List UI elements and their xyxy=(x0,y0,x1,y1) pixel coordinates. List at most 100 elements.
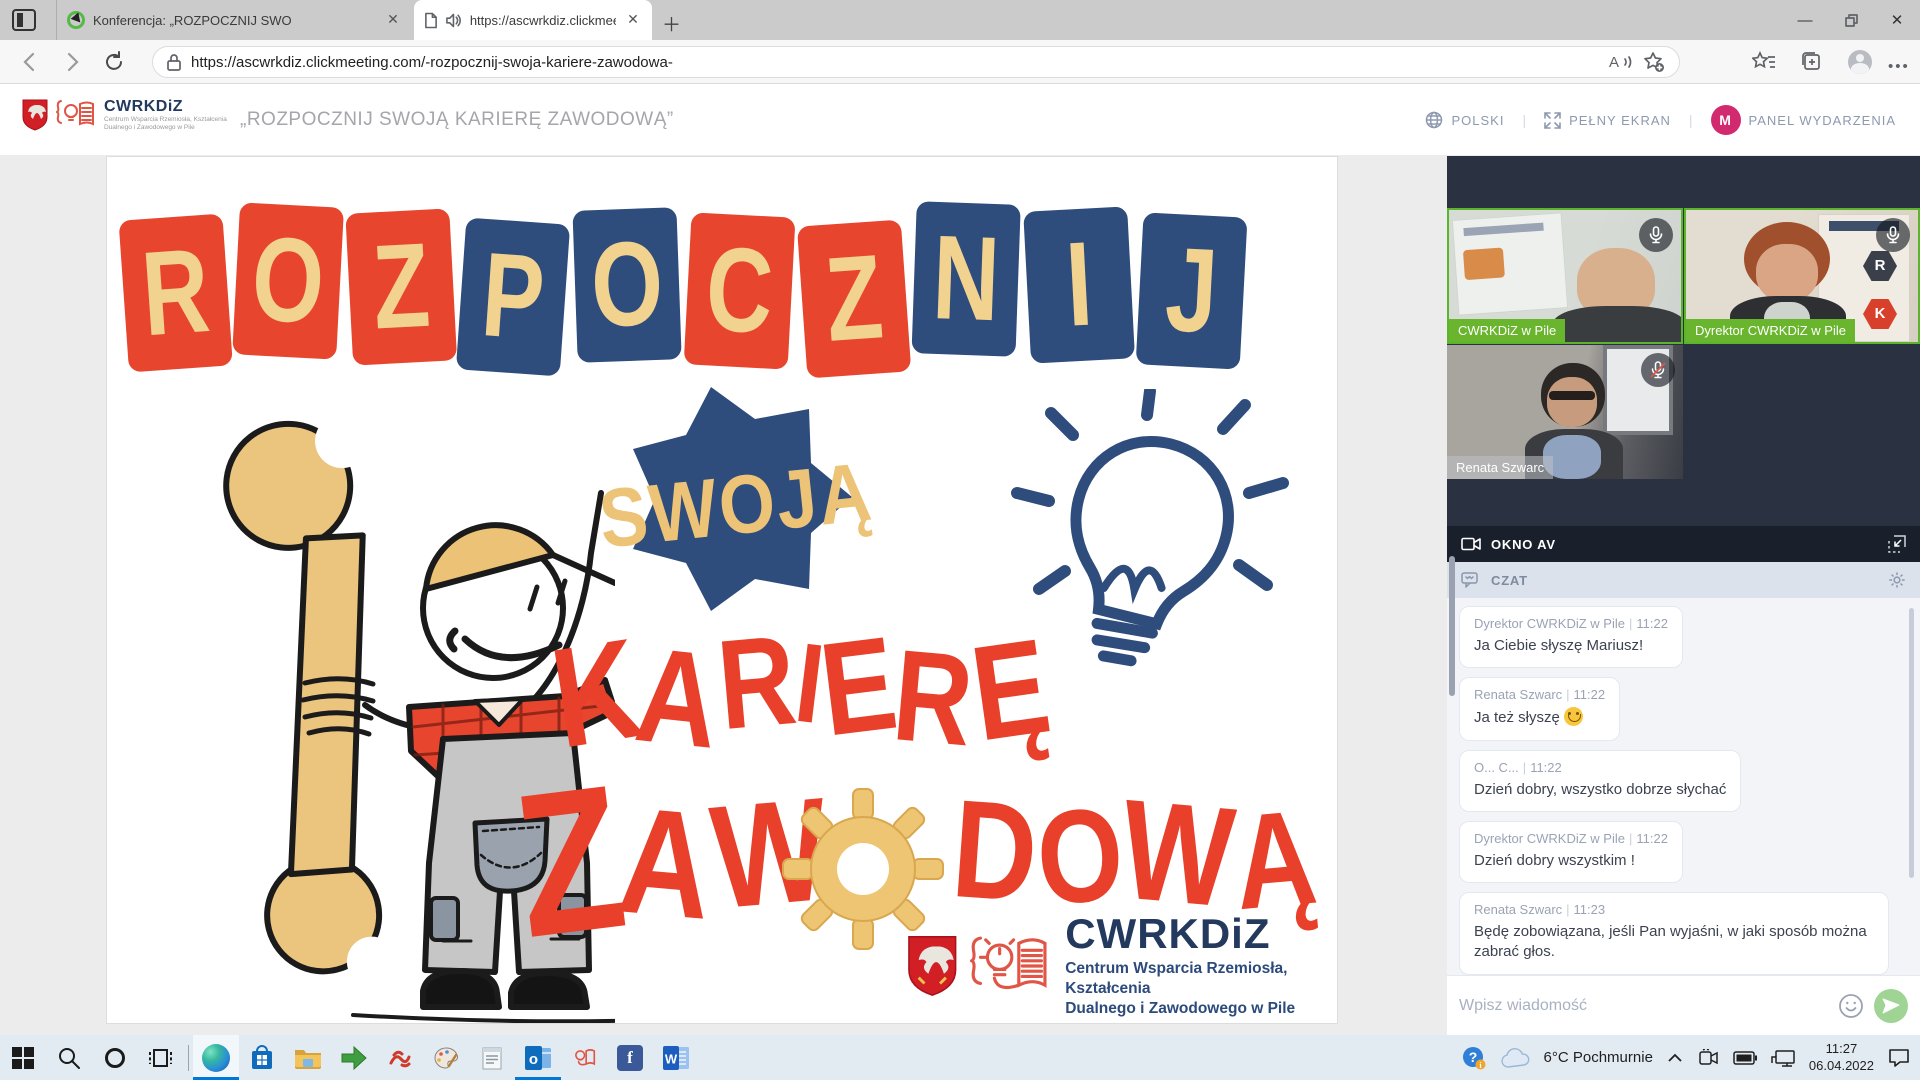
store-icon[interactable] xyxy=(239,1035,285,1080)
word-zawodowa-right: DOWĄ xyxy=(953,793,1315,911)
restore-button[interactable] xyxy=(1828,0,1874,40)
emoji-smile-icon[interactable] xyxy=(1838,993,1864,1019)
video-label: Renata Szwarc xyxy=(1447,456,1553,479)
chat-message-list[interactable]: Dyrektor CWRKDiZ w Pile|11:22 Ja Ciebie … xyxy=(1447,598,1920,975)
arrow-app-icon[interactable] xyxy=(331,1035,377,1080)
chat-author: Renata Szwarc xyxy=(1474,902,1562,917)
chat-message: O... C...|11:22 Dzień dobry, wszystko do… xyxy=(1459,750,1741,812)
red-app-icon[interactable] xyxy=(377,1035,423,1080)
poster xyxy=(1452,212,1568,315)
slide-logo: CWRKDiZ Centrum Wsparcia Rzemiosła, Kszt… xyxy=(907,913,1337,1019)
word-icon[interactable]: W xyxy=(653,1035,699,1080)
minimize-button[interactable]: — xyxy=(1782,0,1828,40)
search-icon[interactable] xyxy=(46,1035,92,1080)
tab-close-icon[interactable]: ✕ xyxy=(384,11,402,29)
battery-icon[interactable] xyxy=(1733,1051,1757,1065)
tab-active-meeting[interactable]: https://ascwrkdiz.clickmeeti ✕ xyxy=(414,0,652,40)
favorites-icon[interactable] xyxy=(1752,51,1776,73)
letter-tile: P xyxy=(456,218,570,377)
chat-message: Dyrektor CWRKDiZ w Pile|11:22 Dzień dobr… xyxy=(1459,821,1683,883)
hand-letter: R xyxy=(888,630,978,778)
language-button[interactable]: POLSKI xyxy=(1425,111,1504,129)
globe-icon xyxy=(1425,111,1443,129)
mic-muted-icon[interactable] xyxy=(1641,353,1675,387)
speaker-audio-icon xyxy=(446,13,462,28)
tab-close-icon[interactable]: ✕ xyxy=(624,11,642,29)
fullscreen-button[interactable]: PEŁNY EKRAN xyxy=(1544,112,1671,129)
url-text[interactable]: https://ascwrkdiz.clickmeeting.com/-rozp… xyxy=(191,54,1599,71)
read-aloud-icon[interactable]: A xyxy=(1609,54,1633,71)
brand-name: CWRKDiZ xyxy=(104,98,254,116)
chat-input-bar[interactable]: Wpisz wiadomość xyxy=(1447,975,1920,1035)
back-arrow-icon[interactable] xyxy=(18,50,42,74)
clock[interactable]: 11:27 06.04.2022 xyxy=(1809,1041,1874,1074)
forward-arrow-icon[interactable] xyxy=(60,50,84,74)
video-feed-2[interactable]: R K Dyrektor CWRKDiZ w Pile xyxy=(1684,208,1920,344)
mic-icon[interactable] xyxy=(1639,218,1673,252)
cwrkdiz-app-icon[interactable] xyxy=(561,1035,607,1080)
chat-scrollbar[interactable] xyxy=(1909,608,1914,878)
browser-titlebar: Konferencja: „ROZPOCZNIJ SWO ✕ https://a… xyxy=(0,0,1920,40)
word-swoja-starburst: SWOJĄ xyxy=(575,377,897,625)
tab-title: https://ascwrkdiz.clickmeeti xyxy=(470,13,616,28)
tray-time: 11:27 xyxy=(1809,1041,1874,1057)
profile-avatar[interactable] xyxy=(1848,50,1872,74)
weather-cloud-icon[interactable] xyxy=(1500,1047,1530,1069)
eagle-crest-icon xyxy=(907,931,958,1001)
chat-time: 11:22 xyxy=(1636,616,1668,631)
letter-tile: Z xyxy=(345,208,457,365)
panel-scrollbar[interactable] xyxy=(1449,556,1455,696)
more-menu-icon[interactable]: ••• xyxy=(1888,58,1910,75)
send-button[interactable] xyxy=(1874,989,1908,1023)
letter-tile: O xyxy=(572,207,681,363)
settings-gear-icon[interactable] xyxy=(1888,571,1906,589)
event-brand-logo: CWRKDiZ Centrum Wsparcia Rzemiosła, Kszt… xyxy=(22,98,254,132)
collections-icon[interactable] xyxy=(1800,51,1824,73)
video-feed-3[interactable]: Renata Szwarc xyxy=(1447,345,1683,479)
svg-text:W: W xyxy=(665,1051,678,1066)
start-button[interactable] xyxy=(0,1035,46,1080)
help-icon[interactable]: ?i xyxy=(1462,1046,1486,1070)
video-feed-1[interactable]: CWRKDiZ w Pile xyxy=(1447,208,1683,344)
chat-message: Dyrektor CWRKDiZ w Pile|11:22 Ja Ciebie … xyxy=(1459,606,1683,668)
chevron-up-icon[interactable] xyxy=(1667,1053,1683,1063)
edge-taskbar-icon[interactable] xyxy=(193,1035,239,1080)
chat-text: Dzień dobry, wszystko dobrze słychać xyxy=(1474,780,1726,800)
clickmeeting-favicon-icon xyxy=(67,11,85,29)
chat-time: 11:23 xyxy=(1574,902,1606,917)
network-display-icon[interactable] xyxy=(1771,1049,1795,1067)
address-bar[interactable]: https://ascwrkdiz.clickmeeting.com/-rozp… xyxy=(152,46,1680,78)
facebook-icon[interactable]: f xyxy=(607,1035,653,1080)
av-window-bar[interactable]: OKNO AV xyxy=(1447,526,1920,562)
tray-date: 06.04.2022 xyxy=(1809,1058,1874,1074)
add-favorite-icon[interactable] xyxy=(1643,51,1665,73)
chat-input[interactable]: Wpisz wiadomość xyxy=(1459,997,1828,1015)
hand-letter: A xyxy=(609,784,717,995)
close-button[interactable]: ✕ xyxy=(1874,0,1920,40)
event-panel-button[interactable]: M PANEL WYDARZENIA xyxy=(1711,105,1896,135)
slide-logo-caption-1: Centrum Wsparcia Rzemiosła, Kształcenia xyxy=(1065,959,1337,999)
new-tab-button[interactable]: ＋ xyxy=(662,10,681,37)
chat-message-meta: Dyrektor CWRKDiZ w Pile|11:22 xyxy=(1474,831,1668,846)
chat-text: Ja Ciebie słyszę Mariusz! xyxy=(1474,636,1668,656)
refresh-icon[interactable] xyxy=(102,50,126,74)
divider: | xyxy=(1522,112,1526,128)
notepad-icon[interactable] xyxy=(469,1035,515,1080)
chat-text: Będę zobowiązana, jeśli Pan wyjaśni, w j… xyxy=(1474,922,1874,963)
tab-actions-icon[interactable] xyxy=(12,9,36,31)
mic-icon[interactable] xyxy=(1876,218,1910,252)
paint-icon[interactable] xyxy=(423,1035,469,1080)
file-explorer-icon[interactable] xyxy=(285,1035,331,1080)
presentation-slide: ROZPOCZNIJ xyxy=(106,156,1338,1024)
cortana-icon[interactable] xyxy=(92,1035,138,1080)
task-view-icon[interactable] xyxy=(138,1035,184,1080)
chat-header-bar[interactable]: CZAT xyxy=(1447,562,1920,598)
meet-now-icon[interactable] xyxy=(1697,1049,1719,1067)
word-kariere: KARIERĘ xyxy=(553,629,1048,747)
outlook-icon[interactable]: o xyxy=(515,1035,561,1080)
svg-text:o: o xyxy=(529,1051,538,1068)
weather-text[interactable]: 6°C Pochmurnie xyxy=(1544,1049,1653,1066)
collapse-icon[interactable] xyxy=(1888,535,1906,553)
notifications-icon[interactable] xyxy=(1888,1048,1910,1068)
tab-conference[interactable]: Konferencja: „ROZPOCZNIJ SWO ✕ xyxy=(56,0,412,40)
